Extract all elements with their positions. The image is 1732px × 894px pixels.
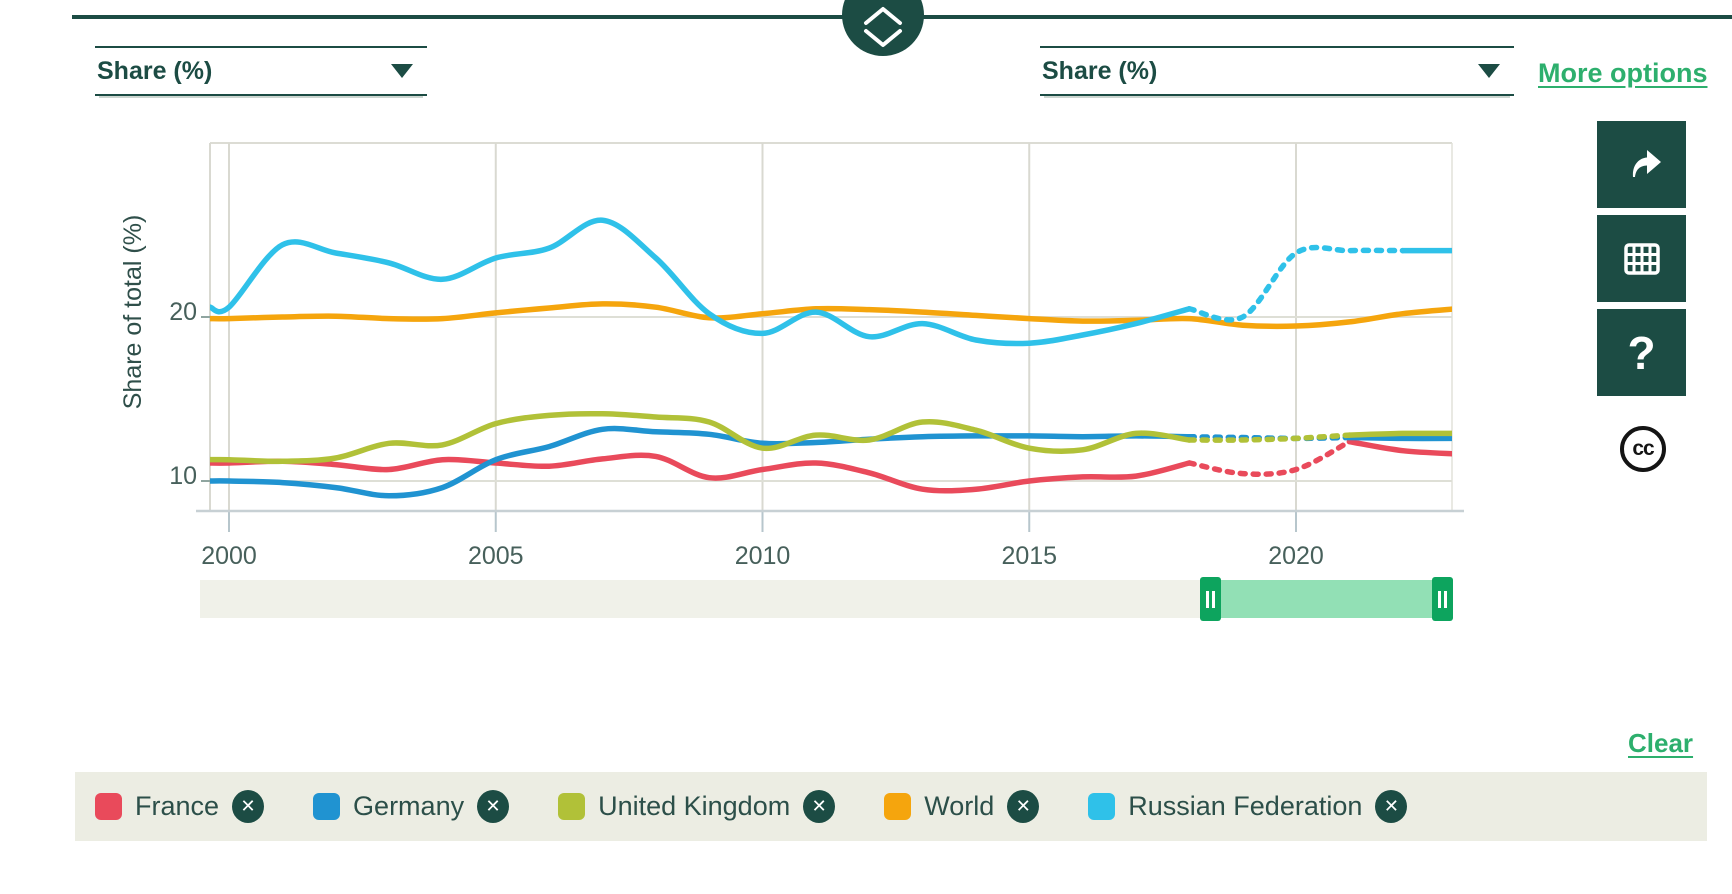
legend-label: World — [924, 791, 994, 822]
legend-swatch — [95, 793, 122, 820]
legend-label: Russian Federation — [1128, 791, 1362, 822]
y-axis-title: Share of total (%) — [119, 215, 147, 410]
remove-series-button[interactable]: ✕ — [803, 790, 835, 823]
legend-swatch — [313, 793, 340, 820]
legend-label: United Kingdom — [598, 791, 790, 822]
slider-left-handle[interactable] — [1200, 577, 1221, 621]
series-line-germany — [1349, 438, 1456, 439]
chevron-down-icon — [391, 64, 413, 78]
series-lines — [210, 220, 1456, 496]
question-mark-icon: ? — [1627, 330, 1655, 376]
series-line-germany — [210, 429, 1189, 496]
right-axis-metric-value: Share (%) — [1042, 57, 1157, 86]
series-line-united-kingdom-projected — [1189, 435, 1349, 440]
x-tick-label: 2005 — [468, 542, 524, 570]
x-tick-label: 2000 — [201, 542, 257, 570]
series-line-russian-federation — [210, 220, 1189, 343]
series-line-russian-federation-projected — [1189, 248, 1402, 320]
left-axis-metric-value: Share (%) — [97, 57, 212, 86]
legend-swatch — [884, 793, 911, 820]
share-arrow-icon — [1618, 141, 1666, 189]
remove-series-button[interactable]: ✕ — [1375, 790, 1407, 823]
legend-item-france: France ✕ — [95, 790, 264, 823]
time-range-slider[interactable] — [200, 580, 1453, 618]
remove-series-button[interactable]: ✕ — [477, 790, 509, 823]
gridlines — [196, 143, 1464, 532]
legend-item-world: World ✕ — [884, 790, 1039, 823]
legend-item-germany: Germany ✕ — [313, 790, 509, 823]
more-options-link[interactable]: More options — [1538, 58, 1708, 89]
series-line-france-projected — [1189, 442, 1349, 475]
share-button[interactable] — [1597, 121, 1686, 208]
x-tick-label: 2010 — [735, 542, 791, 570]
legend-label: Germany — [353, 791, 464, 822]
creative-commons-icon[interactable]: cc — [1620, 426, 1666, 472]
series-legend: France✕Germany✕United Kingdom✕World✕Russ… — [75, 772, 1707, 841]
series-line-united-kingdom — [1349, 433, 1456, 435]
chart-toolbar: ? — [1597, 121, 1686, 403]
legend-item-united-kingdom: United Kingdom ✕ — [558, 790, 835, 823]
pause-bars-icon — [1206, 591, 1215, 608]
panel-collapse-toggle[interactable] — [842, 0, 924, 56]
remove-series-button[interactable]: ✕ — [232, 790, 264, 823]
table-grid-icon — [1618, 235, 1666, 283]
x-tick-label: 2020 — [1268, 542, 1324, 570]
series-line-france — [1349, 442, 1456, 454]
x-tick-label: 2015 — [1001, 542, 1057, 570]
legend-item-russian-federation: Russian Federation ✕ — [1088, 790, 1407, 823]
remove-series-button[interactable]: ✕ — [1007, 790, 1039, 823]
series-line-france — [210, 455, 1189, 491]
left-axis-metric-select[interactable]: Share (%) — [95, 46, 427, 96]
legend-swatch — [558, 793, 585, 820]
line-chart[interactable]: Share of total (%) 2000 2005 2010 2015 2020 1… — [0, 0, 1732, 894]
right-axis-metric-select[interactable]: Share (%) — [1040, 46, 1514, 96]
series-line-united-kingdom — [210, 414, 1189, 462]
energy-data-browser-panel: Share of total (%) 2000 2005 2010 2015 2020 1… — [0, 0, 1732, 894]
legend-label: France — [135, 791, 219, 822]
series-line-germany-projected — [1189, 437, 1349, 439]
series-line-world — [210, 304, 1456, 326]
slider-selected-range[interactable] — [1220, 580, 1432, 618]
chevron-down-icon — [1478, 64, 1500, 78]
axis-tick-labels: 2000 2005 2010 2015 2020 10 20 — [169, 298, 1324, 570]
legend-swatch — [1088, 793, 1115, 820]
data-table-button[interactable] — [1597, 215, 1686, 302]
slider-right-handle[interactable] — [1432, 577, 1453, 621]
y-tick-label: 10 — [169, 462, 197, 490]
help-button[interactable]: ? — [1597, 309, 1686, 396]
cc-text: cc — [1632, 437, 1653, 461]
y-tick-label: 20 — [169, 298, 197, 326]
pause-bars-icon — [1438, 591, 1447, 608]
clear-series-link[interactable]: Clear — [1628, 728, 1693, 759]
